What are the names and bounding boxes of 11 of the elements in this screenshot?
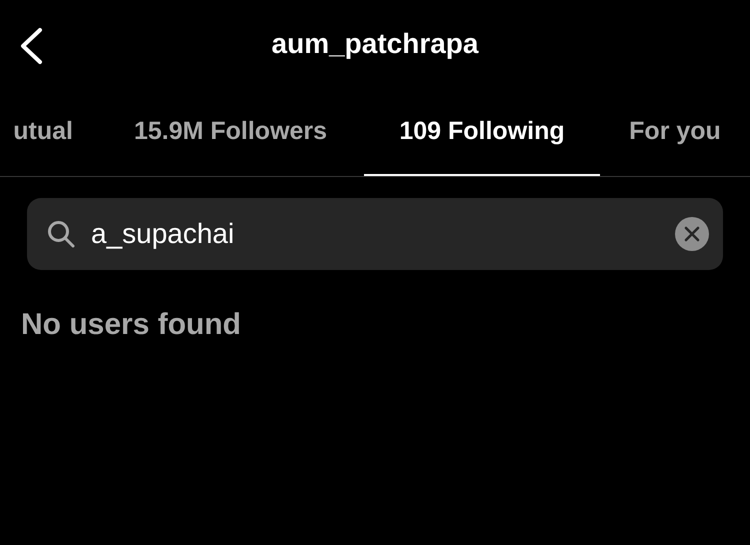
tab[interactable]: utual [0, 88, 97, 176]
search-field[interactable]: a_supachai [27, 198, 723, 270]
tab[interactable]: For you [600, 88, 750, 176]
tab[interactable]: 109 Following [364, 88, 600, 176]
clear-button[interactable] [675, 217, 709, 251]
search-query: a_supachai [91, 218, 236, 250]
tab[interactable]: 15.9M Followers [97, 88, 364, 176]
close-icon [684, 226, 700, 242]
profile-username: aum_patchrapa [272, 28, 478, 60]
search-icon [47, 220, 75, 248]
empty-results-message: No users found [21, 308, 242, 342]
